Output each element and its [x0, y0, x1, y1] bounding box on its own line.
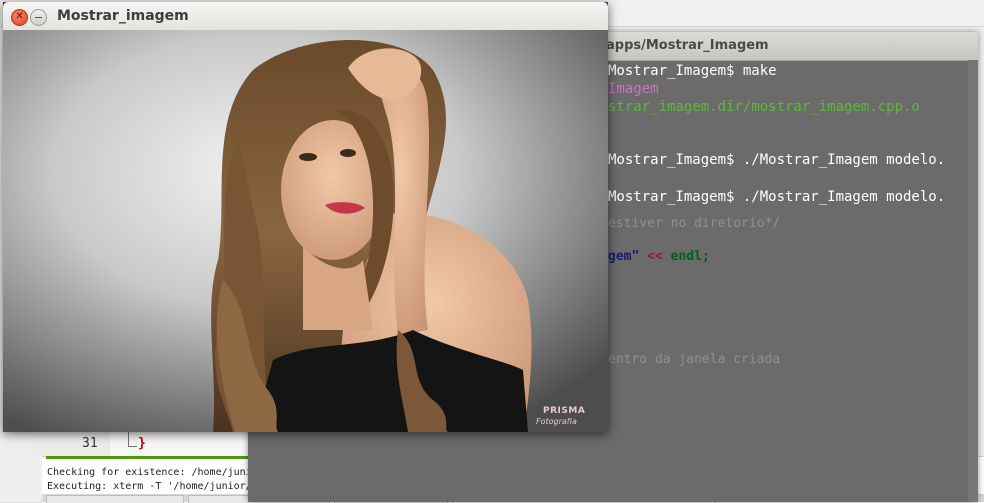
code-statement: gem" << endl;: [608, 249, 710, 264]
close-button[interactable]: ✕: [11, 9, 28, 26]
close-icon: ✕: [15, 11, 24, 22]
photo-watermark: PRISMA: [543, 406, 586, 416]
minimize-icon: [35, 17, 42, 18]
code-comment: estiver no diretorio*/: [608, 216, 781, 231]
displayed-photo: PRISMA Fotografia: [3, 30, 608, 432]
terminal-title: apps/Mostrar_Imagem: [606, 38, 769, 53]
viewer-titlebar[interactable]: ✕ Mostrar_imagem: [3, 2, 608, 31]
code-keyword: endl: [670, 249, 702, 264]
code-string: gem": [608, 249, 640, 264]
terminal-line: Mostrar_Imagem$ ./Mostrar_Imagem modelo.: [608, 152, 946, 168]
photo-watermark-subtitle: Fotografia: [536, 417, 577, 426]
code-comment: entro da janela criada: [608, 352, 781, 367]
image-viewer-window[interactable]: ✕ Mostrar_imagem PRISMA Fotografia: [3, 2, 608, 432]
viewer-title: Mostrar_imagem: [57, 8, 189, 24]
code-semicolon: ;: [701, 249, 710, 264]
terminal-line: Mostrar_Imagem$ ./Mostrar_Imagem modelo.: [608, 189, 946, 205]
terminal-scrollbar[interactable]: [968, 60, 978, 502]
minimize-button[interactable]: [30, 9, 47, 26]
terminal-line: Imagem: [608, 81, 659, 97]
line-number: 31: [82, 436, 98, 451]
left-eye: [299, 153, 317, 161]
code-line: }: [138, 436, 146, 451]
terminal-line: strar_imagem.dir/mostrar_imagem.cpp.o: [608, 99, 920, 115]
code-operator: <<: [647, 249, 663, 264]
terminal-line: Mostrar_Imagem$ make: [608, 63, 777, 79]
right-eye: [340, 149, 356, 157]
